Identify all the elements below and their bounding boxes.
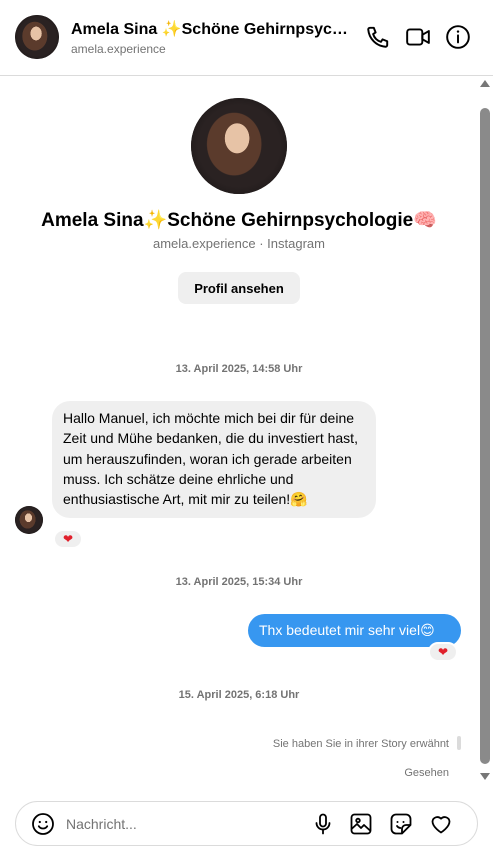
microphone-icon[interactable] — [311, 812, 335, 836]
scrollbar[interactable] — [479, 80, 491, 780]
heart-reaction[interactable]: ❤ — [53, 529, 83, 549]
chat-header: Amela Sina ✨Schöne Gehirnpsycho... amela… — [0, 0, 493, 76]
header-avatar[interactable] — [15, 15, 59, 59]
incoming-message[interactable]: Hallo Manuel, ich möchte mich bei dir fü… — [52, 401, 376, 519]
scroll-down-arrow[interactable] — [480, 773, 490, 780]
timestamp: 13. April 2025, 15:34 Uhr — [175, 576, 303, 588]
profile-avatar[interactable] — [191, 98, 287, 194]
message-composer — [15, 801, 478, 846]
heart-reaction[interactable]: ❤ — [428, 642, 458, 662]
timestamp: 13. April 2025, 14:58 Uhr — [175, 363, 303, 375]
profile-name: Amela Sina✨Schöne Gehirnpsychologie🧠 — [41, 210, 437, 231]
phone-icon[interactable] — [365, 24, 391, 50]
story-reply-bar — [457, 736, 461, 750]
header-username: amela.experience — [71, 42, 166, 56]
scroll-thumb[interactable] — [480, 108, 490, 764]
heart-icon[interactable] — [429, 812, 453, 836]
message-input[interactable] — [66, 813, 296, 835]
video-icon[interactable] — [405, 24, 431, 50]
image-icon[interactable] — [349, 812, 373, 836]
sticker-icon[interactable] — [389, 812, 413, 836]
profile-subtitle: amela.experience · Instagram — [153, 236, 325, 251]
info-icon[interactable] — [445, 24, 471, 50]
view-profile-button[interactable]: Profil ansehen — [178, 272, 300, 304]
emoji-icon[interactable] — [31, 812, 55, 836]
sender-avatar[interactable] — [15, 506, 43, 534]
seen-status: Gesehen — [404, 767, 449, 779]
timestamp: 15. April 2025, 6:18 Uhr — [178, 689, 300, 701]
scroll-up-arrow[interactable] — [480, 80, 490, 87]
header-name[interactable]: Amela Sina ✨Schöne Gehirnpsycho... — [71, 19, 353, 39]
story-mention-note: Sie haben Sie in ihrer Story erwähnt — [272, 738, 449, 750]
outgoing-message[interactable]: Thx bedeutet mir sehr viel😊 — [248, 614, 461, 647]
